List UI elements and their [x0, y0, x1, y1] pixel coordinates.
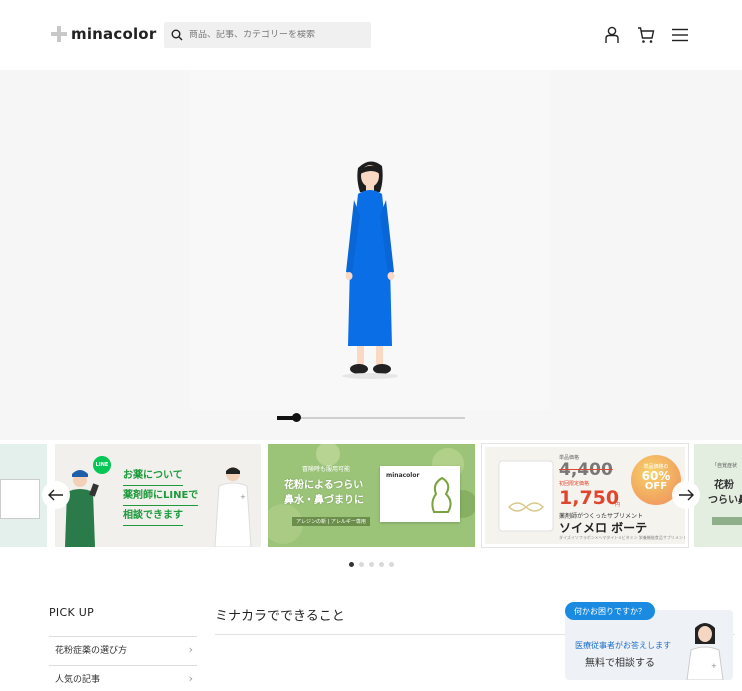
user-icon[interactable]: [602, 24, 622, 46]
hay-fever-small-copy: 冒険時も服用可能: [302, 466, 351, 473]
pagination-dot[interactable]: [379, 562, 384, 567]
new-price: 1,750: [559, 487, 620, 509]
search-input[interactable]: [189, 30, 364, 40]
soymelo-product-name: ソイメロ ボーテ: [559, 521, 648, 535]
chevron-right-icon: ›: [188, 672, 193, 685]
banner-slide-line-consult[interactable]: + LINE お薬について 薬剤師にLINEで 相談できます: [55, 444, 261, 547]
pickup-item-label: 花粉症薬の選び方: [55, 646, 128, 656]
hero-progress[interactable]: [277, 413, 465, 422]
chevron-right-icon: ›: [188, 643, 193, 656]
pharmacist-avatar: +: [686, 623, 724, 680]
help-bubble[interactable]: 何かお困りですか？: [565, 602, 655, 620]
cart-icon[interactable]: [636, 24, 656, 46]
menu-icon[interactable]: [670, 24, 690, 46]
pickup-item[interactable]: 花粉症薬の選び方 ›: [49, 636, 197, 662]
carousel-pagination: [349, 562, 394, 567]
hay-fever-copy: 花粉によるつらい 鼻水・鼻づまりに: [284, 480, 364, 506]
carousel-prev-button[interactable]: [42, 481, 70, 509]
logo[interactable]: minacolor: [51, 25, 156, 43]
help-cta[interactable]: 無料で相談する: [585, 654, 655, 669]
arrow-left-icon: [48, 489, 63, 501]
help-card[interactable]: + 医療従事者がお答えします 無料で相談する: [565, 610, 733, 680]
banner-slide-partial-right[interactable]: 「自覚症状 花粉 つらい鼻: [694, 444, 742, 547]
banner-slide-partial-left[interactable]: [0, 444, 47, 547]
help-chat-widget[interactable]: + 医療従事者がお答えします 無料で相談する 何かお困りですか？: [565, 602, 735, 680]
search-icon: [171, 29, 183, 41]
carousel-next-button[interactable]: [672, 481, 700, 509]
line-icon: LINE: [93, 456, 111, 474]
pickup-item[interactable]: 人気の記事 ›: [49, 665, 197, 691]
search-box[interactable]: [164, 22, 371, 48]
banner-slide-soymelo[interactable]: 単品価格 4,400 初回限定価格 1,750 円 単品価格の 60% OFF …: [481, 443, 689, 548]
partial-slide-line: 花粉: [714, 480, 734, 491]
pagination-dot[interactable]: [389, 562, 394, 567]
partial-slide-tag: [712, 517, 742, 525]
hero-progress-knob[interactable]: [291, 413, 301, 422]
svg-text:+: +: [240, 493, 246, 501]
supplement-pouch-image: [498, 460, 554, 532]
line-consult-copy: お薬について 薬剤師にLINEで 相談できます: [123, 466, 199, 526]
yen-label: 円: [615, 502, 621, 508]
intro-price-label: 初回限定価格: [559, 481, 590, 487]
help-subtitle: 医療従事者がお答えします: [575, 641, 671, 650]
soymelo-fine-print: ダイズイソフラボン×ヘマタイト×ビタミン 栄養機能食品サプリメント: [559, 535, 687, 540]
site-header: minacolor: [0, 0, 742, 70]
section-title: ミナカラでできること: [215, 609, 345, 624]
pickup-title: PICK UP: [49, 606, 95, 619]
hero-banner[interactable]: [0, 70, 742, 440]
banner-slide-hay-fever[interactable]: 冒険時も服用可能 花粉によるつらい 鼻水・鼻づまりに アレジンの新 | アレルギ…: [268, 444, 475, 547]
medicine-box-image: minacolor: [380, 466, 460, 522]
svg-text:+: +: [711, 662, 717, 670]
banner-carousel: + LINE お薬について 薬剤師にLINEで 相談できます 冒険時も服用可能 …: [0, 443, 742, 548]
arrow-right-icon: [679, 489, 694, 501]
woman-illustration: [342, 161, 398, 379]
pickup-item-label: 人気の記事: [55, 675, 101, 685]
logo-cross-icon: [51, 26, 67, 42]
pagination-dot[interactable]: [359, 562, 364, 567]
logo-text: minacolor: [71, 25, 157, 43]
old-price: 4,400: [559, 460, 613, 480]
pagination-dot[interactable]: [369, 562, 374, 567]
partial-slide-line: つらい鼻: [708, 495, 742, 506]
partial-slide-line: 「自覚症状: [712, 463, 738, 469]
product-box-image: [0, 479, 40, 519]
hay-fever-tag: アレジンの新 | アレルギー専用: [292, 517, 370, 526]
pagination-dot[interactable]: [349, 562, 354, 567]
